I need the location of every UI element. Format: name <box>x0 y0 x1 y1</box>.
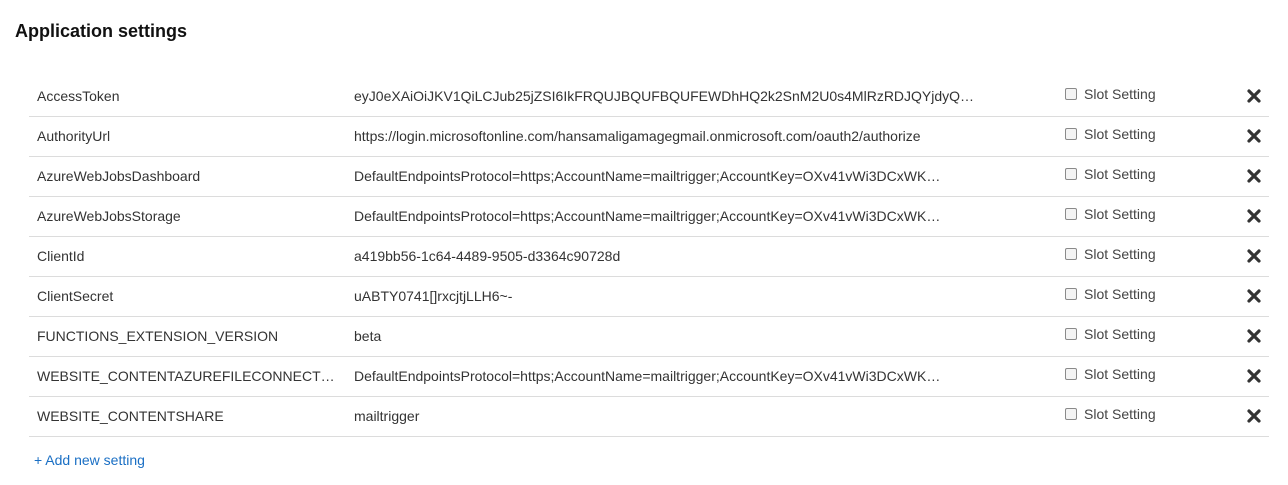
setting-value[interactable]: https://login.microsoftonline.com/hansam… <box>354 128 979 144</box>
slot-setting-toggle[interactable]: Slot Setting <box>1065 206 1156 222</box>
slot-setting-toggle[interactable]: Slot Setting <box>1065 246 1156 262</box>
slot-setting-label: Slot Setting <box>1084 126 1156 142</box>
setting-value[interactable]: DefaultEndpointsProtocol=https;AccountNa… <box>354 368 979 384</box>
delete-setting-button[interactable] <box>1245 327 1263 345</box>
slot-setting-toggle[interactable]: Slot Setting <box>1065 406 1156 422</box>
delete-setting-button[interactable] <box>1245 287 1263 305</box>
setting-name[interactable]: AccessToken <box>37 88 337 104</box>
slot-setting-checkbox[interactable] <box>1065 168 1077 180</box>
setting-value[interactable]: DefaultEndpointsProtocol=https;AccountNa… <box>354 208 979 224</box>
close-icon <box>1247 89 1261 103</box>
table-row: FUNCTIONS_EXTENSION_VERSION beta Slot Se… <box>29 317 1269 357</box>
delete-setting-button[interactable] <box>1245 127 1263 145</box>
slot-setting-checkbox[interactable] <box>1065 288 1077 300</box>
app-settings-table: AccessToken eyJ0eXAiOiJKV1QiLCJub25jZSI6… <box>29 77 1269 437</box>
close-icon <box>1247 209 1261 223</box>
table-row: AuthorityUrl https://login.microsoftonli… <box>29 117 1269 157</box>
setting-value[interactable]: beta <box>354 328 979 344</box>
setting-value[interactable]: a419bb56-1c64-4489-9505-d3364c90728d <box>354 248 979 264</box>
close-icon <box>1247 369 1261 383</box>
setting-value[interactable]: DefaultEndpointsProtocol=https;AccountNa… <box>354 168 979 184</box>
slot-setting-label: Slot Setting <box>1084 86 1156 102</box>
slot-setting-toggle[interactable]: Slot Setting <box>1065 166 1156 182</box>
setting-value[interactable]: uABTY0741[]rxcjtjLLH6~- <box>354 288 979 304</box>
setting-value[interactable]: eyJ0eXAiOiJKV1QiLCJub25jZSI6IkFRQUJBQUFB… <box>354 88 979 104</box>
setting-value[interactable]: mailtrigger <box>354 408 979 424</box>
page-title: Application settings <box>15 21 188 41</box>
slot-setting-checkbox[interactable] <box>1065 368 1077 380</box>
slot-setting-checkbox[interactable] <box>1065 128 1077 140</box>
slot-setting-toggle[interactable]: Slot Setting <box>1065 126 1156 142</box>
table-row: WEBSITE_CONTENTSHARE mailtrigger Slot Se… <box>29 397 1269 437</box>
setting-name[interactable]: WEBSITE_CONTENTSHARE <box>37 408 337 424</box>
delete-setting-button[interactable] <box>1245 207 1263 225</box>
table-row: AzureWebJobsDashboard DefaultEndpointsPr… <box>29 157 1269 197</box>
setting-name[interactable]: FUNCTIONS_EXTENSION_VERSION <box>37 328 337 344</box>
slot-setting-label: Slot Setting <box>1084 206 1156 222</box>
delete-setting-button[interactable] <box>1245 167 1263 185</box>
setting-name[interactable]: ClientSecret <box>37 288 337 304</box>
setting-name[interactable]: AzureWebJobsStorage <box>37 208 337 224</box>
table-row: ClientId a419bb56-1c64-4489-9505-d3364c9… <box>29 237 1269 277</box>
delete-setting-button[interactable] <box>1245 247 1263 265</box>
setting-name[interactable]: ClientId <box>37 248 337 264</box>
table-row: AccessToken eyJ0eXAiOiJKV1QiLCJub25jZSI6… <box>29 77 1269 117</box>
slot-setting-toggle[interactable]: Slot Setting <box>1065 86 1156 102</box>
add-new-setting-link[interactable]: + Add new setting <box>34 452 145 468</box>
slot-setting-checkbox[interactable] <box>1065 88 1077 100</box>
slot-setting-label: Slot Setting <box>1084 286 1156 302</box>
slot-setting-toggle[interactable]: Slot Setting <box>1065 366 1156 382</box>
slot-setting-checkbox[interactable] <box>1065 408 1077 420</box>
setting-name[interactable]: WEBSITE_CONTENTAZUREFILECONNECTIO… <box>37 368 337 384</box>
close-icon <box>1247 249 1261 263</box>
close-icon <box>1247 289 1261 303</box>
slot-setting-toggle[interactable]: Slot Setting <box>1065 286 1156 302</box>
delete-setting-button[interactable] <box>1245 407 1263 425</box>
slot-setting-checkbox[interactable] <box>1065 208 1077 220</box>
table-row: WEBSITE_CONTENTAZUREFILECONNECTIO… Defau… <box>29 357 1269 397</box>
slot-setting-checkbox[interactable] <box>1065 248 1077 260</box>
close-icon <box>1247 169 1261 183</box>
slot-setting-label: Slot Setting <box>1084 326 1156 342</box>
delete-setting-button[interactable] <box>1245 87 1263 105</box>
close-icon <box>1247 129 1261 143</box>
slot-setting-label: Slot Setting <box>1084 406 1156 422</box>
close-icon <box>1247 329 1261 343</box>
delete-setting-button[interactable] <box>1245 367 1263 385</box>
slot-setting-checkbox[interactable] <box>1065 328 1077 340</box>
setting-name[interactable]: AuthorityUrl <box>37 128 337 144</box>
slot-setting-label: Slot Setting <box>1084 366 1156 382</box>
slot-setting-label: Slot Setting <box>1084 166 1156 182</box>
table-row: ClientSecret uABTY0741[]rxcjtjLLH6~- Slo… <box>29 277 1269 317</box>
setting-name[interactable]: AzureWebJobsDashboard <box>37 168 337 184</box>
table-row: AzureWebJobsStorage DefaultEndpointsProt… <box>29 197 1269 237</box>
slot-setting-toggle[interactable]: Slot Setting <box>1065 326 1156 342</box>
slot-setting-label: Slot Setting <box>1084 246 1156 262</box>
close-icon <box>1247 409 1261 423</box>
